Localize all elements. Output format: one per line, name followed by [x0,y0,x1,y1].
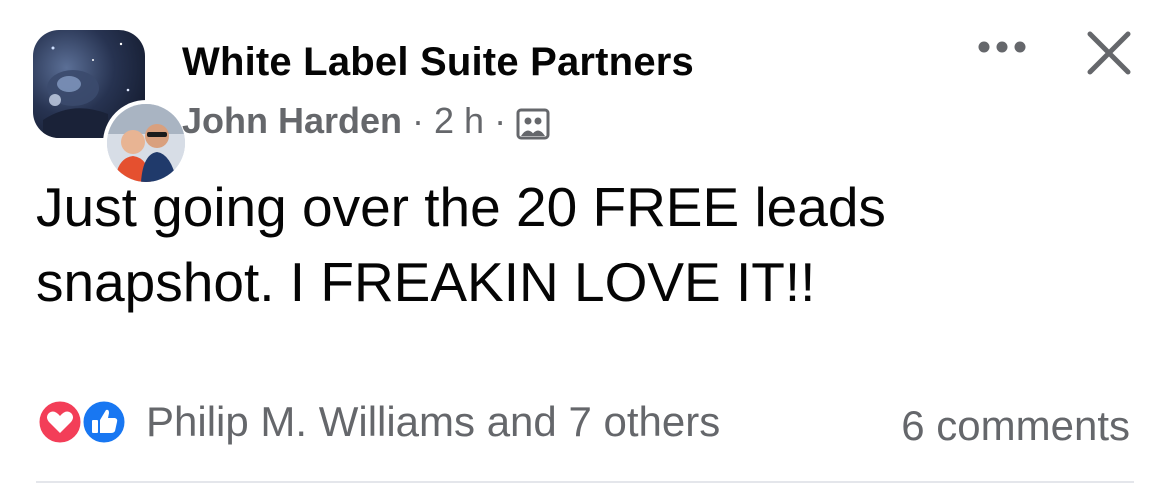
comments-count[interactable]: 6 comments [901,402,1130,450]
post-time[interactable]: 2 h [434,100,484,142]
reaction-icons[interactable] [36,398,136,446]
divider [36,481,1134,483]
author-name[interactable]: John Harden [182,100,402,142]
post-avatars[interactable] [33,30,189,186]
photo-audience-icon [516,107,550,140]
like-reaction-icon[interactable] [80,398,128,446]
love-reaction-icon[interactable] [36,398,84,446]
meta-separator: · [494,100,507,141]
group-name[interactable]: White Label Suite Partners [182,40,694,85]
reactors-summary[interactable]: Philip M. Williams and 7 others [146,398,720,446]
reactions-bar[interactable]: Philip M. Williams and 7 others [36,398,720,446]
meta-separator: · [412,100,425,141]
feed-post: White Label Suite Partners John Harden ·… [0,0,1170,486]
more-options-icon[interactable] [975,32,1029,62]
post-meta: John Harden · 2 h · [182,100,550,142]
post-text: Just going over the 20 FREE leads snapsh… [36,176,886,313]
close-icon[interactable] [1084,28,1134,78]
